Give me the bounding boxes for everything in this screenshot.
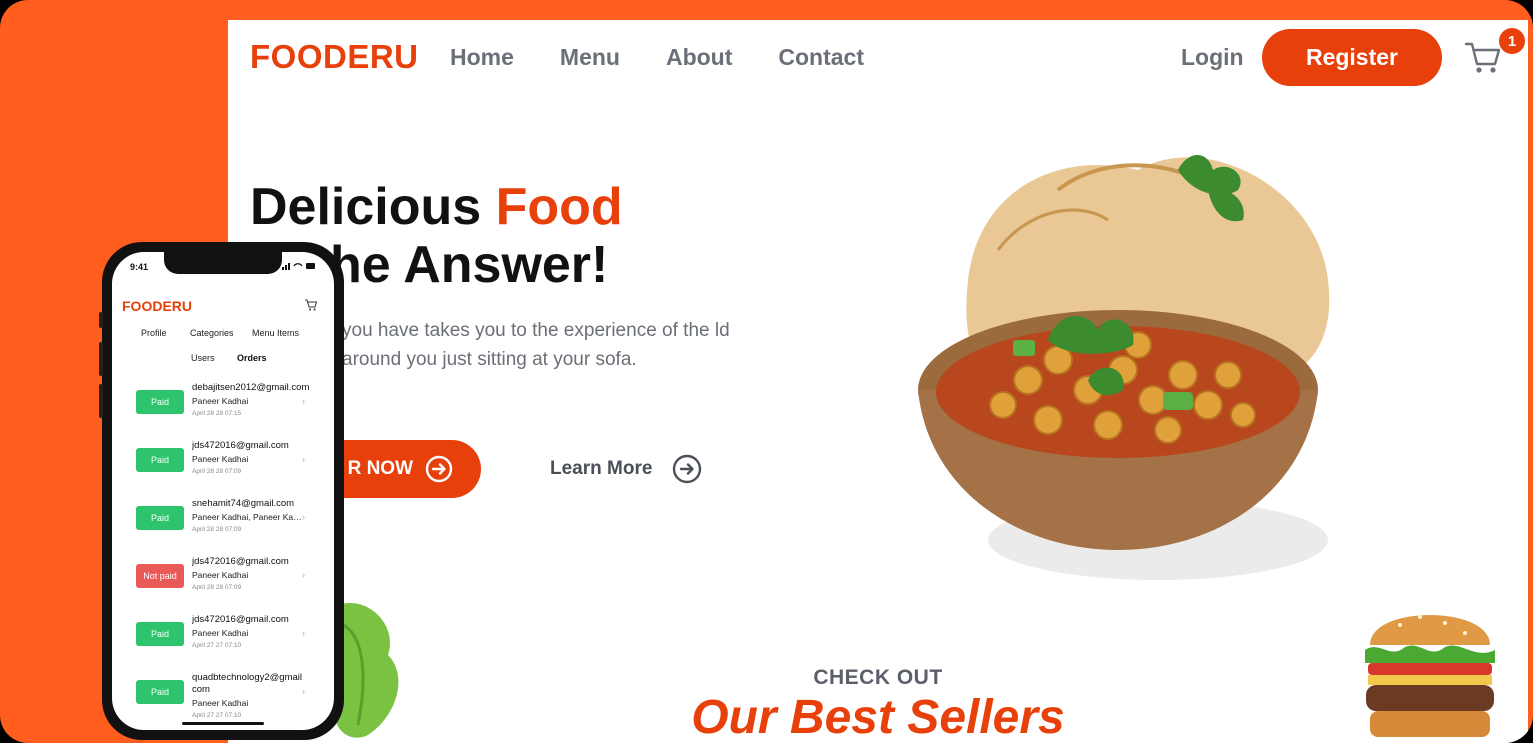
tab-orders[interactable]: Orders — [237, 353, 267, 363]
presentation-canvas: FOODERU Home Menu About Contact Login Re… — [0, 0, 1533, 743]
arrow-circle-icon — [425, 455, 453, 483]
order-item[interactable]: Paid jds472016@gmail.com Paneer Kadhai A… — [112, 610, 334, 664]
home-indicator — [182, 722, 264, 725]
phone-mock: 9:41 FOODERU Profile Categories Menu Ite… — [99, 242, 344, 740]
learn-more-label: Learn More — [550, 458, 653, 479]
tab-categories[interactable]: Categories — [190, 328, 234, 338]
status-badge: Paid — [136, 506, 184, 530]
order-items: Paneer Kadhai — [192, 698, 249, 708]
order-item[interactable]: Paid jds472016@gmail.com Paneer Kadhai A… — [112, 436, 334, 490]
order-date: April 28 28 07:15 — [192, 410, 242, 417]
nav-home[interactable]: Home — [450, 44, 514, 71]
app-logo[interactable]: FOODERU — [122, 298, 192, 314]
phone-screen: 9:41 FOODERU Profile Categories Menu Ite… — [112, 252, 334, 730]
nav-menu[interactable]: Menu — [560, 44, 620, 71]
order-email: jds472016@gmail.com — [192, 556, 289, 567]
chevron-right-icon: › — [302, 686, 305, 696]
dish-image — [918, 155, 1330, 580]
section-title: Our Best Sellers — [691, 691, 1065, 743]
arrow-circle-icon — [673, 454, 702, 484]
login-link[interactable]: Login — [1181, 44, 1244, 71]
order-email: snehamit74@gmail.com — [192, 498, 295, 509]
order-date: April 28 28 07:09 — [192, 584, 242, 591]
nav-about[interactable]: About — [666, 44, 732, 71]
order-item[interactable]: Not paid jds472016@gmail.com Paneer Kadh… — [112, 552, 334, 606]
status-badge: Paid — [136, 448, 184, 472]
chevron-right-icon: › — [302, 396, 305, 406]
tab-menu-items[interactable]: Menu Items — [252, 328, 299, 338]
site-logo[interactable]: FOODERU — [250, 38, 419, 76]
chevron-right-icon: › — [302, 512, 305, 522]
order-now-label: R NOW — [347, 458, 413, 479]
section-kicker: CHECK OUT — [813, 666, 943, 689]
status-badge: Paid — [136, 390, 184, 414]
hero-title-accent: Food — [495, 178, 623, 236]
order-item[interactable]: Paid quadbtechnology2@gmail com Paneer K… — [112, 668, 334, 722]
order-items: Paneer Kadhai — [192, 570, 249, 580]
tab-profile[interactable]: Profile — [141, 328, 167, 338]
chevron-right-icon: › — [302, 454, 305, 464]
order-date: April 28 28 07:09 — [192, 526, 242, 533]
chevron-right-icon: › — [302, 570, 305, 580]
phone-side-button — [99, 342, 103, 376]
cart-icon[interactable] — [1464, 40, 1504, 76]
status-badge: Paid — [136, 680, 184, 704]
order-items: Paneer Kadhai — [192, 396, 249, 406]
order-date: April 27 27 07:10 — [192, 642, 242, 649]
order-items: Paneer Kadhai — [192, 628, 249, 638]
hero-description-text: you have takes you to the experience of … — [342, 320, 730, 370]
nav-contact[interactable]: Contact — [778, 44, 864, 71]
order-email: quadbtechnology2@gmail com — [192, 672, 302, 695]
learn-more-link[interactable]: Learn More — [550, 454, 702, 484]
main-nav: Home Menu About Contact — [450, 44, 864, 71]
order-date: April 27 27 07:10 — [192, 712, 242, 719]
order-item[interactable]: Paid debajitsen2012@gmail.com Paneer Kad… — [112, 378, 334, 432]
order-email: jds472016@gmail.com — [192, 614, 289, 625]
status-badge: Not paid — [136, 564, 184, 588]
phone-notch — [164, 252, 282, 274]
register-button[interactable]: Register — [1262, 29, 1442, 86]
status-badge: Paid — [136, 622, 184, 646]
order-item[interactable]: Paid snehamit74@gmail.com Paneer Kadhai,… — [112, 494, 334, 548]
cart-icon[interactable] — [304, 298, 318, 312]
signal-icon — [282, 263, 315, 270]
phone-side-button — [99, 312, 103, 328]
chevron-right-icon: › — [302, 628, 305, 638]
order-email: debajitsen2012@gmail.com — [192, 382, 310, 393]
order-email: jds472016@gmail.com — [192, 440, 289, 451]
status-icons — [282, 262, 316, 272]
status-time: 9:41 — [130, 262, 149, 272]
order-items: Paneer Kadhai, Paneer Kadhai — [192, 512, 304, 522]
cart-count-badge: 1 — [1499, 28, 1525, 54]
hero-title-part1: Delicious — [250, 178, 496, 236]
website-mock: FOODERU Home Menu About Contact Login Re… — [228, 20, 1528, 743]
order-items: Paneer Kadhai — [192, 454, 249, 464]
tab-users[interactable]: Users — [191, 353, 215, 363]
phone-side-button — [99, 384, 103, 418]
order-date: April 28 28 07:09 — [192, 468, 242, 475]
